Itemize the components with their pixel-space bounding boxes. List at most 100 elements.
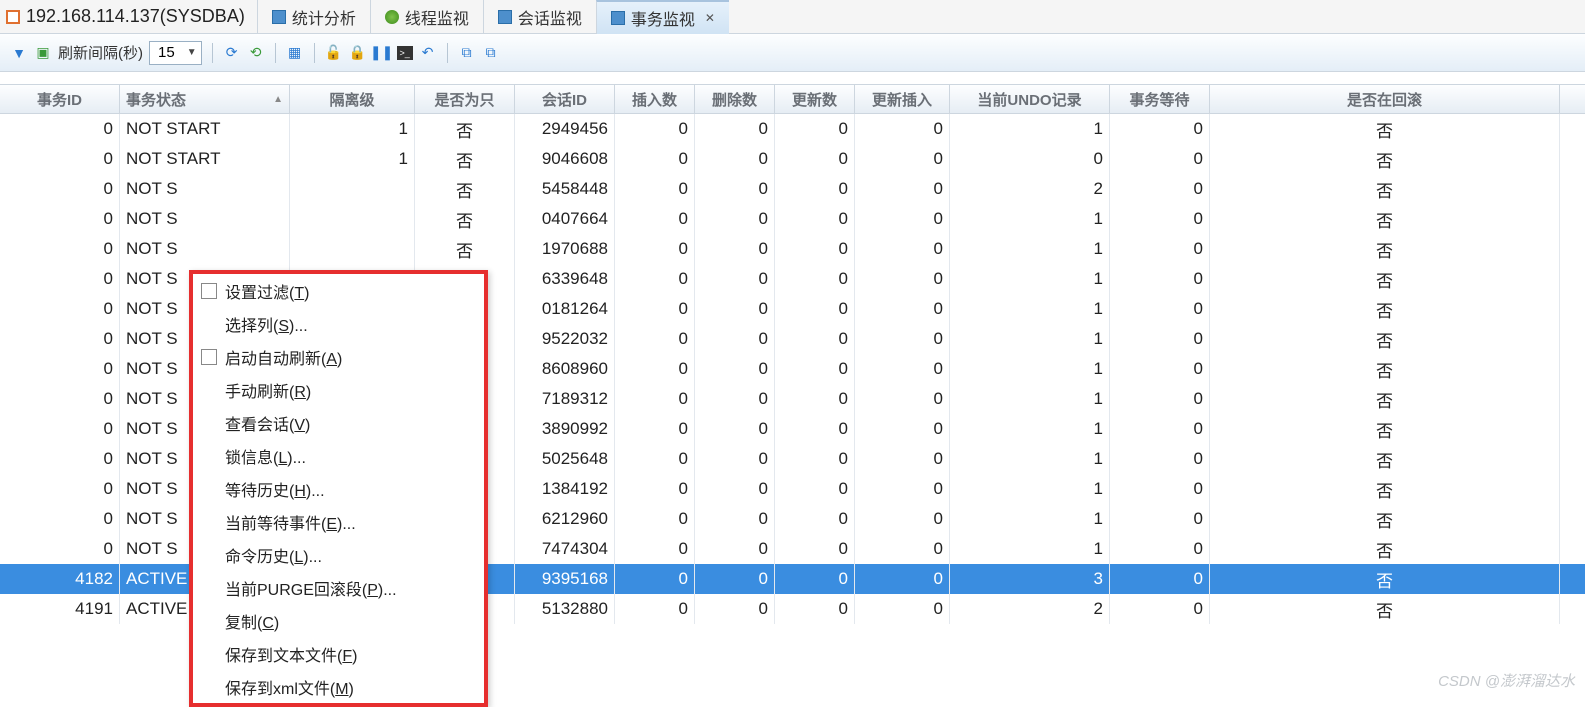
new-window-icon[interactable]: ▦ xyxy=(286,44,304,62)
cell: 1384192 xyxy=(515,474,615,504)
col-wait[interactable]: 事务等待 xyxy=(1110,85,1210,113)
transaction-grid: 事务ID 事务状态▲ 隔离级 是否为只 会话ID 插入数 删除数 更新数 更新插… xyxy=(0,84,1585,624)
separator xyxy=(212,43,213,63)
filter-icon[interactable]: ▼ xyxy=(10,44,28,62)
host-tab[interactable]: 192.168.114.137(SYSDBA) xyxy=(0,6,257,27)
cell: 否 xyxy=(1210,534,1560,564)
cell: 0 xyxy=(615,174,695,204)
cell: 0 xyxy=(615,324,695,354)
table-row[interactable]: 0NOT S否0407664000010否 xyxy=(0,204,1585,234)
cell: 0 xyxy=(855,414,950,444)
col-tx-id[interactable]: 事务ID xyxy=(0,85,120,113)
check-icon[interactable]: ▣ xyxy=(34,44,52,62)
tab-label: 事务监视 xyxy=(631,6,695,30)
cell: 0 xyxy=(615,444,695,474)
col-undo[interactable]: 当前UNDO记录 xyxy=(950,85,1110,113)
context-menu-item[interactable]: 手动刷新(R) xyxy=(193,373,484,406)
export-icon[interactable]: ⧉ xyxy=(482,44,500,62)
col-insert[interactable]: 插入数 xyxy=(615,85,695,113)
menu-label: 复制(C) xyxy=(225,609,279,633)
context-menu-item[interactable]: 保存到xml文件(M) xyxy=(193,670,484,703)
cell: 0 xyxy=(855,384,950,414)
col-readonly[interactable]: 是否为只 xyxy=(415,85,515,113)
cell: 0 xyxy=(855,354,950,384)
tab-thread-monitor[interactable]: 线程监视 xyxy=(370,0,483,34)
cell: 0 xyxy=(695,114,775,144)
cell: 6339648 xyxy=(515,264,615,294)
menu-label: 等待历史(H)... xyxy=(225,477,325,501)
cell: 3890992 xyxy=(515,414,615,444)
terminal-icon[interactable]: >_ xyxy=(397,46,413,60)
cell: 0 xyxy=(695,204,775,234)
cell: NOT S xyxy=(120,204,290,234)
cell: 0 xyxy=(1110,204,1210,234)
context-menu-item[interactable]: 保存到文本文件(F) xyxy=(193,637,484,670)
col-upsert[interactable]: 更新插入 xyxy=(855,85,950,113)
context-menu-item[interactable]: 查看会话(V) xyxy=(193,406,484,439)
cell: 否 xyxy=(1210,264,1560,294)
context-menu-item[interactable]: 等待历史(H)... xyxy=(193,472,484,505)
cell: 0 xyxy=(0,204,120,234)
col-isolation[interactable]: 隔离级 xyxy=(290,85,415,113)
tab-transaction-monitor[interactable]: 事务监视 ✕ xyxy=(596,0,729,34)
table-row[interactable]: 0NOT S否5458448000020否 xyxy=(0,174,1585,204)
separator xyxy=(275,43,276,63)
col-delete[interactable]: 删除数 xyxy=(695,85,775,113)
context-menu-item[interactable]: 当前等待事件(E)... xyxy=(193,505,484,538)
context-menu-item[interactable]: 设置过滤(T) xyxy=(193,274,484,307)
cell: 否 xyxy=(1210,564,1560,594)
cell: 0 xyxy=(695,144,775,174)
context-menu-item[interactable]: 当前PURGE回滚段(P)... xyxy=(193,571,484,604)
cell: 0 xyxy=(950,144,1110,174)
cell: 0 xyxy=(0,174,120,204)
tab-session-monitor[interactable]: 会话监视 xyxy=(483,0,596,34)
refresh-icon[interactable]: ⟳ xyxy=(223,44,241,62)
undo-icon[interactable]: ↶ xyxy=(419,44,437,62)
context-menu-item[interactable]: 锁信息(L)... xyxy=(193,439,484,472)
cell: 0 xyxy=(615,294,695,324)
cell: 1 xyxy=(950,264,1110,294)
table-row[interactable]: 0NOT START1否2949456000010否 xyxy=(0,114,1585,144)
context-menu-item[interactable]: 复制(C) xyxy=(193,604,484,637)
cell: 0 xyxy=(775,144,855,174)
cell: 0 xyxy=(775,504,855,534)
cell: 0 xyxy=(615,264,695,294)
cell: 0 xyxy=(775,264,855,294)
table-row[interactable]: 0NOT S否1970688000010否 xyxy=(0,234,1585,264)
close-icon[interactable]: ✕ xyxy=(701,11,715,25)
col-tx-state[interactable]: 事务状态▲ xyxy=(120,85,290,113)
cell: 否 xyxy=(415,144,515,174)
cell: 5458448 xyxy=(515,174,615,204)
menu-label: 命令历史(L)... xyxy=(225,543,322,567)
cell: 0 xyxy=(775,474,855,504)
cell: 否 xyxy=(1210,114,1560,144)
cell: 0 xyxy=(775,114,855,144)
cell: 9046608 xyxy=(515,144,615,174)
refresh-interval-select[interactable]: 15 ▼ xyxy=(149,41,202,65)
col-update[interactable]: 更新数 xyxy=(775,85,855,113)
cell: 0 xyxy=(615,354,695,384)
copy-icon[interactable]: ⧉ xyxy=(458,44,476,62)
tab-statistics[interactable]: 统计分析 xyxy=(257,0,370,34)
cell: 0 xyxy=(615,534,695,564)
pause-icon[interactable]: ❚❚ xyxy=(373,44,391,62)
context-menu-item[interactable]: 命令历史(L)... xyxy=(193,538,484,571)
cell: 0 xyxy=(0,324,120,354)
lock-icon[interactable]: 🔒 xyxy=(349,44,367,62)
col-rollback[interactable]: 是否在回滚 xyxy=(1210,85,1560,113)
cell: 0 xyxy=(1110,294,1210,324)
session-icon xyxy=(498,10,512,24)
cell: 7474304 xyxy=(515,534,615,564)
cell: 1970688 xyxy=(515,234,615,264)
table-row[interactable]: 0NOT START1否9046608000000否 xyxy=(0,144,1585,174)
context-menu-item[interactable]: 选择列(S)... xyxy=(193,307,484,340)
unlock-icon[interactable]: 🔓 xyxy=(325,44,343,62)
cycle-icon[interactable]: ⟲ xyxy=(247,44,265,62)
cell: 5132880 xyxy=(515,594,615,624)
cell: 3 xyxy=(950,564,1110,594)
host-title: 192.168.114.137(SYSDBA) xyxy=(26,6,245,27)
col-session-id[interactable]: 会话ID xyxy=(515,85,615,113)
cell: 0 xyxy=(1110,414,1210,444)
separator xyxy=(447,43,448,63)
context-menu-item[interactable]: 启动自动刷新(A) xyxy=(193,340,484,373)
